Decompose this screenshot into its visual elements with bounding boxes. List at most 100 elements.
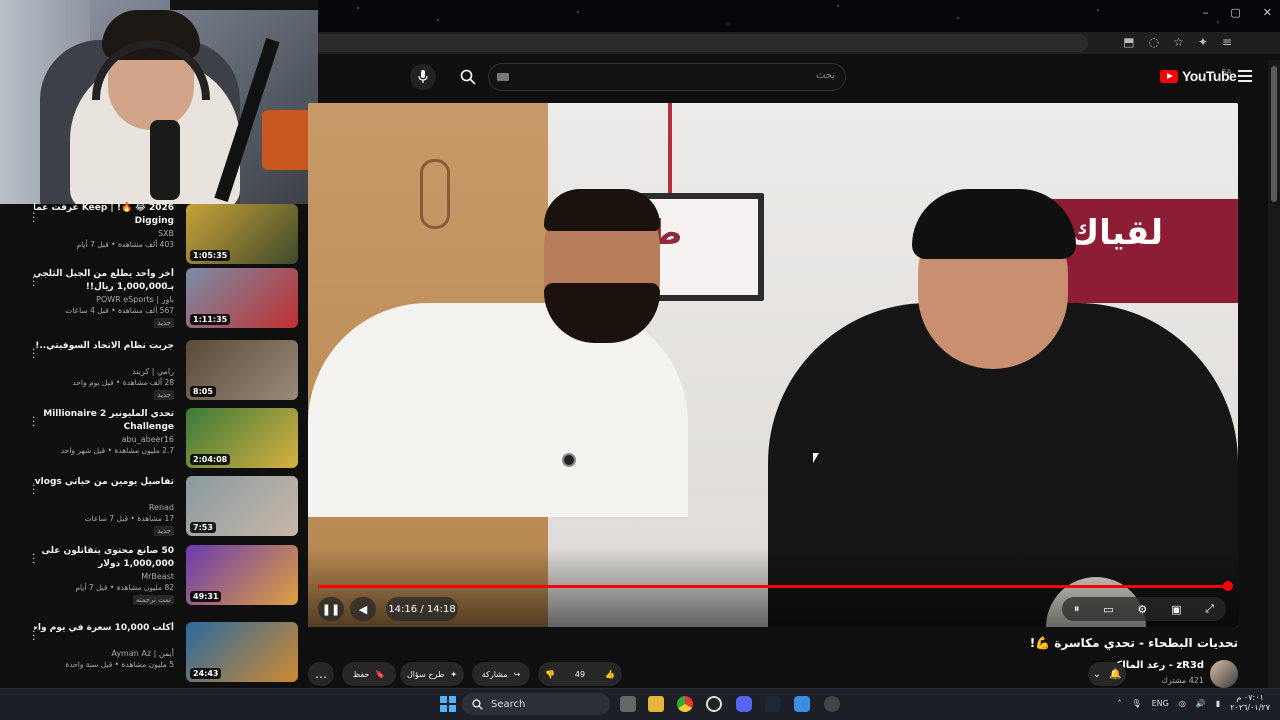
webcam-overlay [0,0,318,204]
video-duration: 24:43 [190,668,222,679]
related-video-badge: جديد [154,390,174,400]
theater-mode-icon[interactable]: ▣ [1171,603,1181,616]
related-video-title[interactable]: تحدي المليونير 2 Millionaire [34,408,174,421]
settings-gear-icon[interactable]: ⚙ [1137,603,1147,616]
related-video-badge: جديد [154,526,174,536]
video-actions: … 🔖 حفظ ✦ طرح سؤال ↪ مشاركة 👎 49 👍 [308,662,1238,688]
related-video-title[interactable]: Keep | !🔥 😂 2026 عرفت عملة في [34,202,174,215]
related-video-thumbnail[interactable]: 24:43 [186,622,298,682]
search-icon [472,698,483,710]
fullscreen-icon[interactable]: ⤢ [1205,602,1214,616]
video-duration: 1:11:35 [190,314,231,325]
system-tray: ˄ 🎙 ENG ◎ 🔊 ▮ ٠٧:٠١ م ٢٠٢٦/٠١/٢٧ [1117,693,1270,713]
related-video-channel[interactable]: رامي | كريند [132,367,174,376]
save-button[interactable]: 🔖 حفظ [342,662,396,686]
app-icon[interactable] [794,696,810,712]
share-button[interactable]: ↪ مشاركة [472,662,530,686]
mic-tray-icon[interactable]: 🎙 [1131,699,1141,708]
more-actions-button[interactable]: … [308,662,334,686]
clock-date: ٢٠٢٦/٠١/٢٧ [1230,703,1270,712]
chrome-icon[interactable] [677,696,693,712]
related-video-thumbnail[interactable]: 1:11:35 [186,268,298,328]
related-video-channel[interactable]: أيمن | Ayman Az [111,649,174,658]
voice-search-mic-icon[interactable] [410,64,436,90]
speaker-icon[interactable]: 🔊 [1196,699,1206,708]
bookmark-star-icon[interactable]: ☆ [1173,35,1184,49]
related-video-thumbnail[interactable]: 1:05:35 [186,204,298,264]
related-video-title-line2[interactable]: Digging [34,215,174,228]
related-video-title-line2[interactable]: Challenge [34,421,174,434]
dislike-icon[interactable]: 👎 [545,670,555,679]
network-icon[interactable]: ◎ [1179,699,1186,708]
related-video-title-line2[interactable]: 1,000,000 دولار [34,558,174,571]
scrollbar-thumb[interactable] [1271,66,1277,202]
video-duration: 49:31 [190,591,222,602]
related-video-item[interactable]: ···أخر واحد يطلع من الجبل الثلجي يفوزبـ1… [0,268,310,332]
task-view-icon[interactable] [620,696,636,712]
related-video-channel[interactable]: باور | POWR eSports [96,295,174,304]
related-video-meta: 17 مشاهدة • قبل 7 ساعات [84,514,174,523]
microphone-icon [150,120,180,200]
related-video-item[interactable]: ···Keep | !🔥 😂 2026 عرفت عملة فيDiggingS… [0,202,310,268]
close-button[interactable]: ✕ [1263,6,1272,19]
related-video-title-line2[interactable]: بـ1,000,000 ريال!! [34,281,174,294]
minimize-button[interactable]: – [1203,6,1209,19]
ask-button[interactable]: ✦ طرح سؤال [400,662,464,686]
taskbar-search[interactable]: Search [462,693,610,715]
capture-app-icon[interactable] [706,696,722,712]
seek-bar[interactable] [318,585,1229,588]
pause-button[interactable]: ❚❚ [318,597,344,621]
extensions-icon[interactable]: ✦ [1198,35,1208,49]
maximize-button[interactable]: ▢ [1230,6,1240,19]
search-input[interactable]: بحث [488,63,846,91]
related-video-channel[interactable]: Renad [149,503,174,512]
share-arrow-icon: ↪ [513,669,521,679]
menu-hamburger-icon[interactable] [1238,70,1252,82]
related-video-thumbnail[interactable]: 8:05 [186,340,298,400]
related-video-item[interactable]: · · · 50 صانع محتوى يتقاتلون على 1,000,000 د… [0,545,310,609]
chevron-up-icon[interactable]: ˄ [1117,699,1121,708]
related-video-channel[interactable]: MrBeast [141,572,174,581]
related-video-item[interactable]: · · · تحدي المليونير 2 Millionaire Challenge… [0,408,310,472]
related-video-meta: 28 ألف مشاهدة • قبل يوم واحد [72,378,174,387]
share-label: مشاركة [481,669,508,679]
steam-icon[interactable] [765,696,781,712]
search-placeholder: بحث [815,70,835,81]
related-video-title[interactable]: 50 صانع محتوى يتقاتلون على [34,545,174,558]
related-video-title[interactable]: أكلت 10,000 سعرة في يوم واحد بس ! [34,622,174,635]
taskbar-search-label: Search [491,698,526,710]
related-video-thumbnail[interactable]: 49:31 [186,545,298,605]
related-video-thumbnail[interactable]: 7:53 [186,476,298,536]
volume-button[interactable]: ◀ [350,597,376,621]
install-app-icon[interactable]: ⬒ [1123,35,1134,49]
battery-icon[interactable]: ▮ [1216,699,1220,708]
ask-label: طرح سؤال [406,669,445,679]
save-label: حفظ [352,669,370,679]
video-player[interactable]: طال لقياك ❚❚ ◀ 14:16 / 14:18 ⏸ ▭ ⚙ ▣ ⤢ [308,103,1238,627]
search-button[interactable] [450,63,486,91]
obs-icon[interactable] [824,696,840,712]
related-video-title[interactable]: جربت نظام الاتحاد السوفيتي..! [34,340,174,353]
windows-start-icon[interactable] [440,696,456,712]
related-video-item[interactable]: ···أكلت 10,000 سعرة في يوم واحد بس !أيمن… [0,622,310,686]
autoplay-toggle-icon[interactable]: ⏸ [1074,602,1080,616]
related-video-title[interactable]: أخر واحد يطلع من الجبل الثلجي يفوز [34,268,174,281]
related-video-item[interactable]: · · · جربت نظام الاتحاد السوفيتي..! رامي | ك… [0,340,310,404]
eye-off-icon[interactable]: ◌ [1149,35,1159,49]
keyboard-icon[interactable] [497,73,509,81]
language-indicator[interactable]: ENG [1152,699,1169,708]
like-icon[interactable]: 👍 [605,670,615,679]
related-video-item[interactable]: ···تفاصيل يومين من حياتي vlog : #vlogsRe… [0,476,310,540]
profile-icon[interactable]: ≡ [1222,35,1232,49]
related-video-badge: تمت ترجمته [132,595,174,605]
captions-icon[interactable]: ▭ [1103,603,1113,616]
related-video-channel[interactable]: SXB [158,229,174,238]
discord-icon[interactable] [736,696,752,712]
related-video-thumbnail[interactable]: 2:04:08 [186,408,298,468]
related-video-title[interactable]: تفاصيل يومين من حياتي vlog : #vlogs [34,476,174,489]
clock[interactable]: ٠٧:٠١ م ٢٠٢٦/٠١/٢٧ [1230,693,1270,713]
file-explorer-icon[interactable] [648,696,664,712]
related-video-channel[interactable]: abu_abeer16 [122,435,174,444]
player-right-controls: ⏸ ▭ ⚙ ▣ ⤢ [1062,597,1226,621]
address-bar[interactable] [318,34,1088,52]
